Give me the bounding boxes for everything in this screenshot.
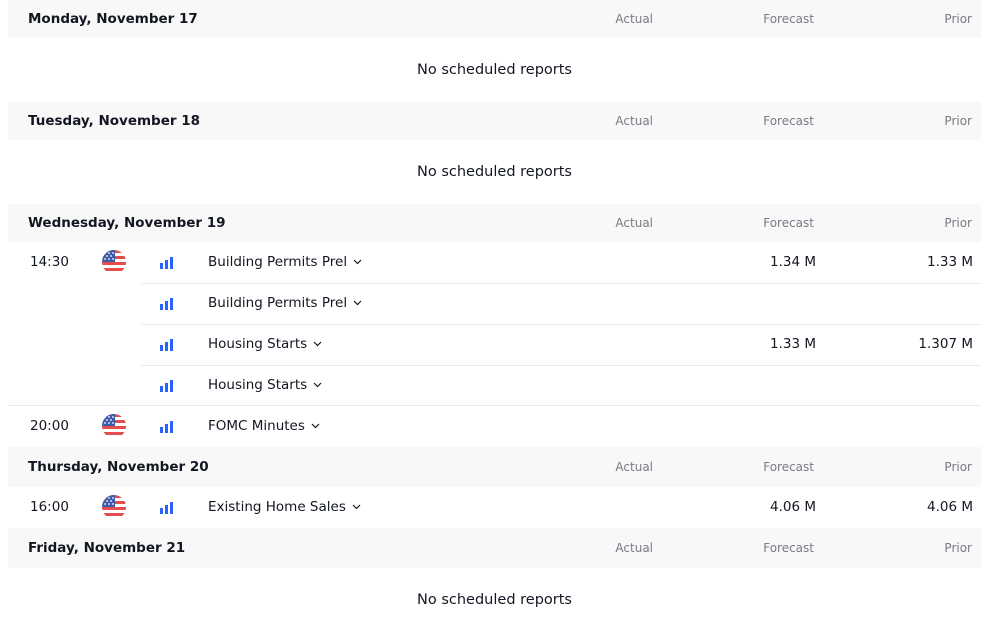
column-forecast: Forecast <box>763 541 814 555</box>
column-forecast: Forecast <box>763 216 814 230</box>
event-name: FOMC Minutes <box>208 418 305 434</box>
chevron-down-icon <box>311 423 320 429</box>
chevron-down-icon <box>313 341 322 347</box>
column-forecast: Forecast <box>763 12 814 26</box>
event-name-button[interactable]: Housing Starts <box>208 377 322 393</box>
column-prior: Prior <box>944 541 972 555</box>
chevron-down-icon <box>353 300 362 306</box>
importance-bars-icon <box>160 339 173 351</box>
day-title: Tuesday, November 18 <box>28 113 201 129</box>
forecast-value: 4.06 M <box>770 499 816 515</box>
column-forecast: Forecast <box>763 114 814 128</box>
column-actual: Actual <box>615 216 653 230</box>
no-reports-message: No scheduled reports <box>417 164 572 180</box>
us-flag-icon <box>102 250 126 274</box>
column-prior: Prior <box>944 460 972 474</box>
event-row[interactable]: 20:00 FOMC Minutes <box>8 406 981 447</box>
column-actual: Actual <box>615 114 653 128</box>
importance-bars-icon <box>160 502 173 514</box>
day-title: Friday, November 21 <box>28 540 186 556</box>
column-actual: Actual <box>615 541 653 555</box>
prior-value: 4.06 M <box>927 499 973 515</box>
no-reports-message: No scheduled reports <box>417 592 572 608</box>
event-row[interactable]: 14:30 Building Permits Prel 1.34 M 1.33 … <box>8 242 981 284</box>
day-header-friday: Friday, November 21 Actual Forecast Prio… <box>8 528 981 568</box>
forecast-value: 1.33 M <box>770 336 816 352</box>
event-name: Housing Starts <box>208 377 308 393</box>
column-actual: Actual <box>615 460 653 474</box>
event-name-button[interactable]: Existing Home Sales <box>208 499 361 515</box>
chevron-down-icon <box>352 504 361 510</box>
event-row[interactable]: 16:00 Existing Home Sales 4.06 M 4.06 M <box>8 487 981 528</box>
event-name: Building Permits Prel <box>208 295 348 311</box>
column-actual: Actual <box>615 12 653 26</box>
column-prior: Prior <box>944 216 972 230</box>
column-forecast: Forecast <box>763 460 814 474</box>
forecast-value: 1.34 M <box>770 254 816 270</box>
prior-value: 1.33 M <box>927 254 973 270</box>
event-time: 16:00 <box>30 499 69 515</box>
event-row[interactable]: Housing Starts <box>8 365 981 406</box>
us-flag-icon <box>102 414 126 438</box>
day-title: Monday, November 17 <box>28 11 198 27</box>
event-time: 14:30 <box>30 254 69 270</box>
prior-value: 1.307 M <box>918 336 973 352</box>
us-flag-icon <box>102 495 126 519</box>
importance-bars-icon <box>160 380 173 392</box>
importance-bars-icon <box>160 257 173 269</box>
column-prior: Prior <box>944 12 972 26</box>
column-prior: Prior <box>944 114 972 128</box>
event-name: Housing Starts <box>208 336 308 352</box>
no-reports-message: No scheduled reports <box>417 62 572 78</box>
day-header-tuesday: Tuesday, November 18 Actual Forecast Pri… <box>8 102 981 140</box>
day-header-wednesday: Wednesday, November 19 Actual Forecast P… <box>8 204 981 242</box>
day-header-monday: Monday, November 17 Actual Forecast Prio… <box>8 0 981 38</box>
event-row[interactable]: Building Permits Prel <box>8 283 981 325</box>
event-name-button[interactable]: Building Permits Prel <box>208 254 362 270</box>
importance-bars-icon <box>160 421 173 433</box>
event-name-button[interactable]: Building Permits Prel <box>208 295 362 311</box>
event-name-button[interactable]: Housing Starts <box>208 336 322 352</box>
importance-bars-icon <box>160 298 173 310</box>
chevron-down-icon <box>353 259 362 265</box>
event-name: Existing Home Sales <box>208 499 346 515</box>
event-time: 20:00 <box>30 418 69 434</box>
event-name: Building Permits Prel <box>208 254 348 270</box>
day-header-thursday: Thursday, November 20 Actual Forecast Pr… <box>8 447 981 487</box>
chevron-down-icon <box>313 382 322 388</box>
event-row[interactable]: Housing Starts 1.33 M 1.307 M <box>8 324 981 366</box>
day-title: Thursday, November 20 <box>28 459 209 475</box>
event-name-button[interactable]: FOMC Minutes <box>208 418 320 434</box>
day-title: Wednesday, November 19 <box>28 215 226 231</box>
economic-calendar: Monday, November 17 Actual Forecast Prio… <box>8 0 981 632</box>
